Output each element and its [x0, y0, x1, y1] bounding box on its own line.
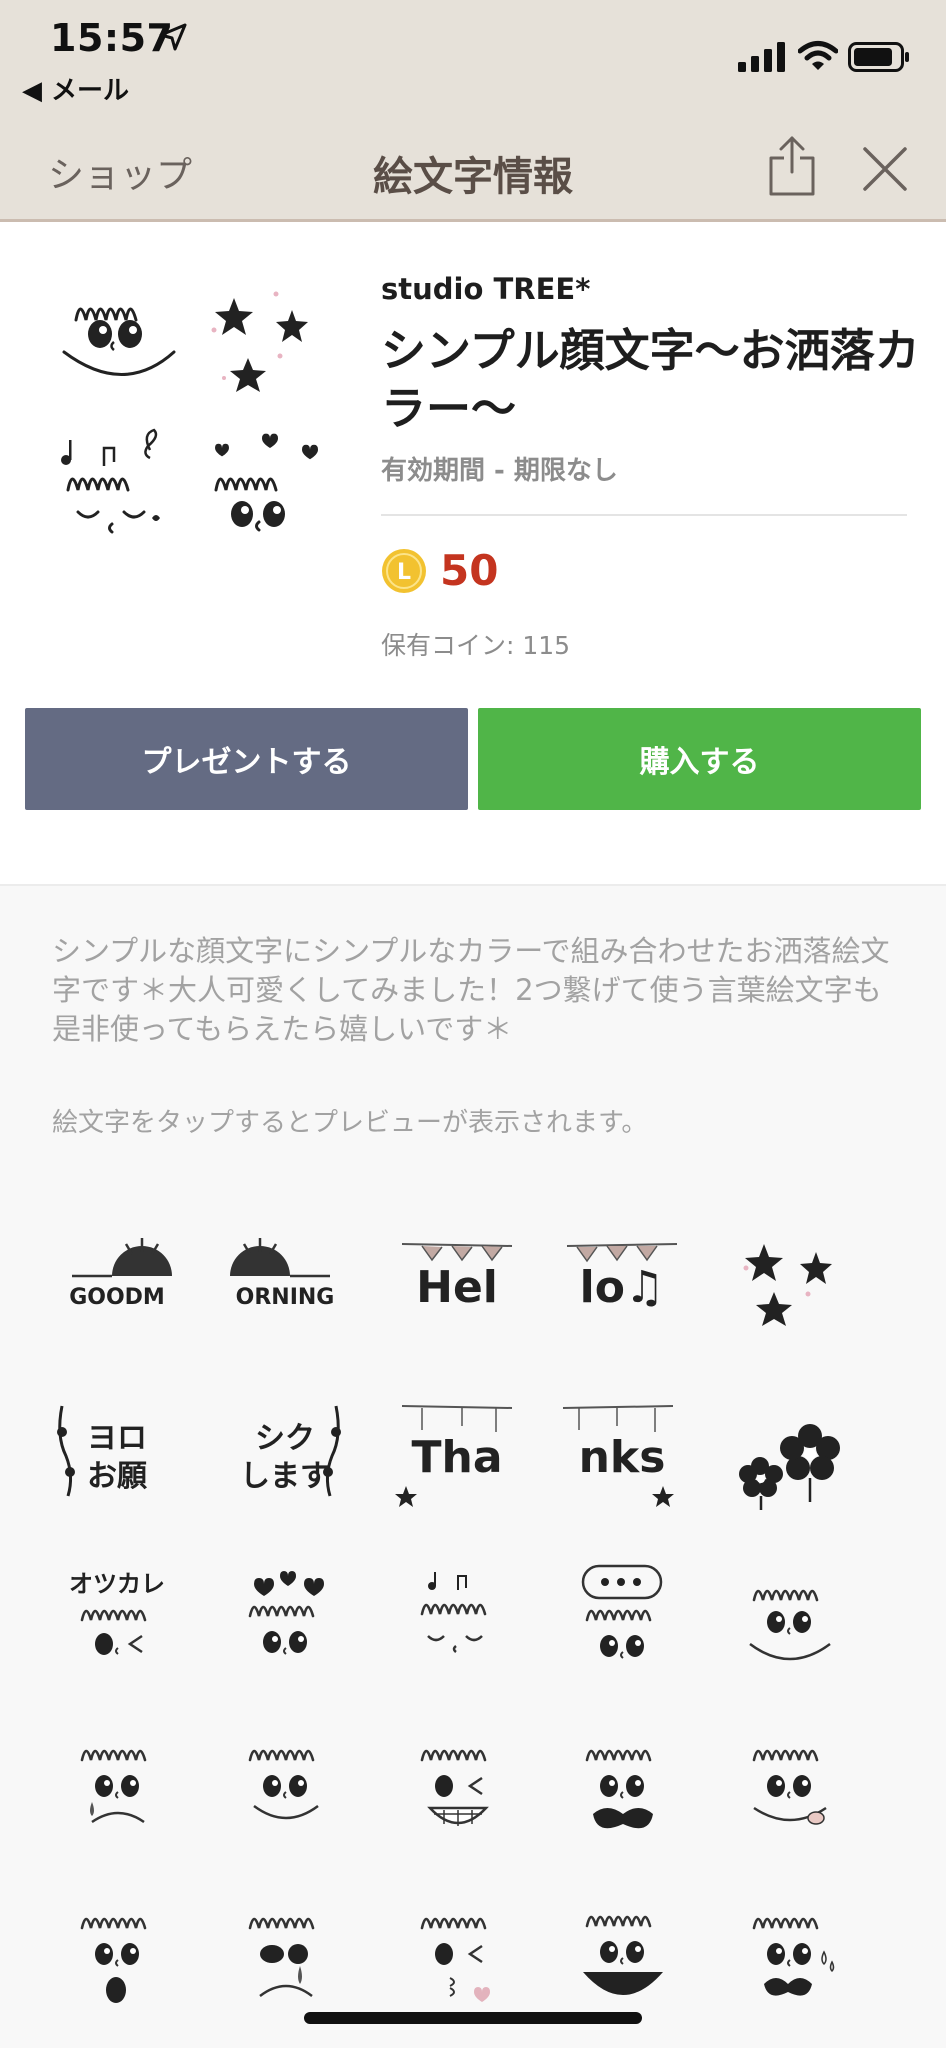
tongue-face-icon [752, 1749, 827, 1825]
emoji-text: オツカレ [69, 1570, 165, 1598]
emoji-text: Hel [416, 1262, 498, 1313]
preview-hint: 絵文字をタップするとプレビューが表示されます。 [52, 1108, 648, 1138]
emoji-kiss-face[interactable] [392, 1892, 522, 2022]
emoji-hello-left[interactable]: Hel [392, 1216, 522, 1346]
price: 50 [440, 546, 499, 595]
emoji-smile-face[interactable] [724, 1556, 854, 1686]
cellular-signal-icon [738, 42, 785, 72]
nav-bar: ショップ 絵文字情報 [0, 110, 946, 222]
emoji-text: ヨロ [87, 1421, 147, 1456]
emoji-text: シク [255, 1421, 315, 1456]
emoji-good-morning-left[interactable]: GOODM [52, 1216, 182, 1346]
mustache-face-icon [585, 1749, 653, 1829]
publisher-name[interactable]: studio TREE* [381, 272, 590, 306]
emoji-good-morning-right[interactable]: ORNING [220, 1216, 350, 1346]
emoji-hearts-face[interactable] [220, 1556, 350, 1686]
surprised-face-icon [80, 1917, 147, 2003]
emoji-wink-teeth-face[interactable] [392, 1724, 522, 1854]
flowers-icon [739, 1424, 840, 1510]
stars-icon [743, 1244, 832, 1326]
emoji-sweat-mustache-face[interactable] [724, 1892, 854, 2022]
product-description: シンプルな顔文字にシンプルなカラーで組み合わせたお洒落絵文字です＊大人可愛くして… [52, 934, 890, 1046]
emoji-flowers[interactable] [724, 1386, 854, 1516]
emoji-text: lo♫ [580, 1262, 665, 1313]
yoroshiku-left-icon: ヨロお願 [57, 1405, 148, 1497]
kiss-face-icon [420, 1917, 490, 2002]
emoji-crying-face[interactable] [220, 1892, 350, 2022]
emoji-speech-face[interactable] [557, 1556, 687, 1686]
sad-face-icon [80, 1749, 147, 1824]
share-icon[interactable] [768, 134, 816, 196]
emoji-hello-right[interactable]: lo♫ [557, 1216, 687, 1346]
otsukare-face-icon: オツカレ [69, 1570, 165, 1655]
smile-face-icon [749, 1589, 831, 1661]
emoji-set-thumbnail [61, 291, 318, 534]
sweat-mustache-face-icon [752, 1917, 835, 1996]
thanks-left-icon: Tha [395, 1405, 513, 1507]
coin-letter: L [397, 560, 411, 585]
emoji-mustache-face[interactable] [557, 1724, 687, 1854]
emoji-thanks-right[interactable]: nks [557, 1386, 687, 1516]
emoji-text: nks [579, 1432, 666, 1483]
hello-left-icon: Hel [401, 1243, 513, 1313]
emoji-stars[interactable] [724, 1216, 854, 1346]
present-button[interactable]: プレゼントする [25, 708, 468, 810]
buy-button[interactable]: 購入する [478, 708, 921, 810]
emoji-surprised-face[interactable] [52, 1892, 182, 2022]
emoji-otsukare-face[interactable]: オツカレ [52, 1556, 182, 1686]
close-icon[interactable] [862, 146, 908, 192]
status-bar: 15:57 ◀ メール [0, 0, 946, 110]
emoji-text: Tha [411, 1432, 502, 1483]
emoji-yoroshiku-right[interactable]: シク します [220, 1386, 350, 1516]
crying-face-icon [248, 1917, 315, 1997]
grin-face-icon [248, 1749, 319, 1820]
home-indicator[interactable] [304, 2012, 642, 2024]
yoroshiku-right-icon: シクします [240, 1405, 341, 1497]
emoji-thanks-left[interactable]: Tha [392, 1386, 522, 1516]
hearts-face-icon [248, 1571, 324, 1655]
emoji-text: お願 [87, 1459, 148, 1494]
wifi-icon [798, 41, 838, 70]
emoji-sad-face[interactable] [52, 1724, 182, 1854]
emoji-grin-face[interactable] [220, 1724, 350, 1854]
product-title: シンプル顔文字〜お洒落カラー〜 [381, 324, 920, 435]
validity-period: 有効期間 - 期限なし [381, 456, 618, 486]
emoji-yoroshiku-left[interactable]: ヨロ お願 [52, 1386, 182, 1516]
owned-coins: 保有コイン: 115 [381, 631, 571, 660]
music-face-icon [420, 1572, 487, 1653]
emoji-text: GOODM [69, 1285, 165, 1310]
description-section: シンプルな顔文字にシンプルなカラーで組み合わせたお洒落絵文字です＊大人可愛くして… [0, 884, 946, 2048]
emoji-music-face[interactable] [392, 1556, 522, 1686]
location-arrow-icon [159, 23, 187, 51]
good-morning-right-icon: ORNING [230, 1238, 335, 1310]
good-morning-left-icon: GOODM [69, 1238, 172, 1310]
status-time: 15:57 [50, 16, 174, 60]
big-smile-face-icon [583, 1915, 663, 1995]
emoji-big-smile-face[interactable] [557, 1892, 687, 2022]
divider [381, 514, 907, 516]
emoji-tongue-face[interactable] [724, 1724, 854, 1854]
line-coin-icon: L [382, 549, 426, 593]
hello-right-icon: lo♫ [566, 1243, 678, 1313]
wink-teeth-face-icon [420, 1749, 489, 1826]
speech-face-icon [581, 1564, 663, 1659]
battery-icon [848, 42, 909, 72]
back-to-app-link[interactable]: ◀ メール [22, 70, 129, 107]
thanks-right-icon: nks [562, 1405, 674, 1507]
emoji-text: ORNING [236, 1285, 335, 1310]
emoji-text: します [240, 1459, 330, 1494]
